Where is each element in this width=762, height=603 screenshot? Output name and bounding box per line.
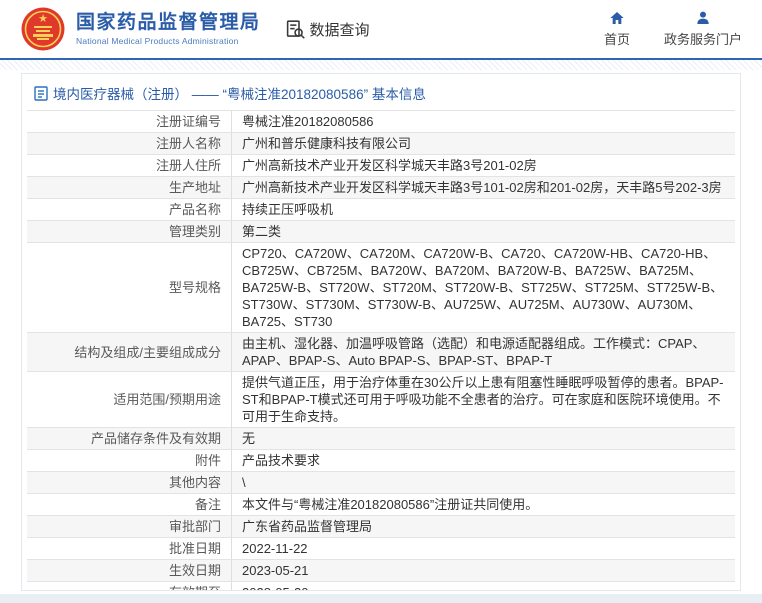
agency-name-cn: 国家药品监督管理局 (76, 12, 261, 33)
row-label: 结构及组成/主要组成成分 (27, 333, 232, 371)
row-label: 生产地址 (27, 177, 232, 198)
row-label-text: 生效日期 (168, 563, 221, 578)
svg-text:★: ★ (38, 13, 48, 25)
row-label-text: 审批部门 (168, 519, 221, 534)
page-title-text: 境内医疗器械（注册） —— “粤械注准20182080586” 基本信息 (53, 87, 426, 102)
page-title: 境内医疗器械（注册） —— “粤械注准20182080586” 基本信息 (22, 74, 740, 110)
row-label: 附件 (27, 450, 232, 471)
table-row: 其他内容 \ (27, 472, 735, 494)
table-row: 生效日期 2023-05-21 (27, 560, 735, 582)
table-row: 结构及组成/主要组成成分 由主机、湿化器、加温呼吸管路（选配）和电源适配器组成。工… (27, 333, 735, 372)
row-label-text: 其他内容 (168, 475, 221, 490)
nav-home[interactable]: 首页 (604, 10, 630, 48)
row-label: 有效期至 (27, 582, 232, 590)
row-label-text: 有效期至 (169, 584, 221, 590)
nav-gov-portal-label: 政务服务门户 (663, 32, 742, 47)
site-header: ★ 国家药品监督管理局 National Medical Products Ad… (0, 0, 762, 58)
row-value: 粤械注准20182080586 (242, 114, 374, 129)
row-label: 生效日期 (27, 560, 232, 581)
home-icon (610, 12, 624, 24)
row-value: 广州高新技术产业开发区科学城天丰路3号101-02房和201-02房，天丰路5号… (242, 180, 722, 195)
row-value: 广东省药品监督管理局 (242, 519, 373, 534)
row-label: 产品储存条件及有效期 (27, 428, 232, 449)
row-value: 本文件与“粤械注准20182080586”注册证共同使用。 (242, 497, 539, 512)
agency-name-en: National Medical Products Administration (76, 36, 239, 46)
document-search-icon (286, 19, 305, 39)
user-icon (697, 11, 709, 24)
hatch-band (0, 60, 762, 70)
table-row: 备注 本文件与“粤械注准20182080586”注册证共同使用。 (27, 494, 735, 516)
row-label-text: 注册人住所 (155, 158, 221, 173)
row-label: 批准日期 (27, 538, 232, 559)
table-row: 有效期至 2028-05-20 (27, 582, 735, 590)
row-label: 审批部门 (27, 516, 232, 537)
row-label: 型号规格 (27, 243, 232, 332)
document-icon (34, 85, 48, 101)
national-emblem-logo: ★ (21, 7, 65, 51)
agency-title-block: 国家药品监督管理局 National Medical Products Admi… (76, 12, 261, 46)
row-label-text: 适用范围/预期用途 (113, 392, 221, 407)
row-value: 第二类 (242, 224, 282, 239)
row-label-text: 备注 (194, 497, 221, 512)
row-label: 产品名称 (27, 199, 232, 220)
row-label-text: 批准日期 (168, 541, 221, 556)
row-value: 持续正压呼吸机 (242, 202, 334, 217)
row-label: 注册证编号 (27, 111, 232, 132)
row-label: 管理类别 (27, 221, 232, 242)
row-value: \ (242, 475, 246, 490)
footer-strip (0, 594, 762, 603)
row-value: 产品技术要求 (242, 453, 321, 468)
row-label-text: 附件 (194, 453, 221, 468)
row-label-text: 型号规格 (168, 280, 221, 295)
table-row: 产品名称 持续正压呼吸机 (27, 199, 735, 221)
row-label: 注册人名称 (27, 133, 232, 154)
row-label: 注册人住所 (27, 155, 232, 176)
row-label: 其他内容 (27, 472, 232, 493)
row-value: 2028-05-20 (232, 582, 735, 590)
row-label-text: 产品储存条件及有效期 (90, 431, 221, 446)
row-value: 2023-05-21 (242, 563, 309, 578)
row-label-text: 注册人名称 (155, 136, 221, 151)
row-label-text: 生产地址 (168, 180, 221, 195)
nav-home-label: 首页 (603, 32, 630, 47)
row-value: CP720、CA720W、CA720M、CA720W-B、CA720、CA720… (242, 246, 724, 329)
row-value: 提供气道正压，用于治疗体重在30公斤以上患有阻塞性睡眠呼吸暂停的患者。BPAP-… (242, 375, 724, 424)
info-table: 注册证编号 粤械注准20182080586 注册人名称 广州和普乐健康科技有限公司 注册… (27, 110, 735, 590)
nav-gov-portal[interactable]: 政务服务门户 (664, 10, 742, 48)
table-row: 审批部门 广东省药品监督管理局 (27, 516, 735, 538)
row-label-text: 管理类别 (168, 224, 221, 239)
row-value: 广州高新技术产业开发区科学城天丰路3号201-02房 (242, 158, 537, 173)
row-label-text: 结构及组成/主要组成成分 (74, 344, 221, 360)
content-panel: 境内医疗器械（注册） —— “粤械注准20182080586” 基本信息 注册证… (21, 73, 741, 591)
row-label: 适用范围/预期用途 (27, 372, 232, 427)
row-value: 无 (242, 431, 256, 446)
table-row: 管理类别 第二类 (27, 221, 735, 243)
table-row: 注册人名称 广州和普乐健康科技有限公司 (27, 133, 735, 155)
row-label-text: 产品名称 (168, 202, 221, 217)
table-row: 批准日期 2022-11-22 (27, 538, 735, 560)
row-value: 2022-11-22 (242, 541, 308, 556)
table-row: 型号规格 CP720、CA720W、CA720M、CA720W-B、CA720、C… (27, 243, 735, 333)
table-row: 注册证编号 粤械注准20182080586 (27, 111, 735, 133)
row-label-text: 注册证编号 (155, 114, 221, 129)
table-row: 生产地址 广州高新技术产业开发区科学城天丰路3号101-02房和201-02房，天… (27, 177, 735, 199)
row-value: 由主机、湿化器、加温呼吸管路（选配）和电源适配器组成。工作模式：CPAP、APA… (242, 336, 706, 368)
table-row: 产品储存条件及有效期 无 (27, 428, 735, 450)
table-row: 注册人住所 广州高新技术产业开发区科学城天丰路3号201-02房 (27, 155, 735, 177)
data-query-label: 数据查询 (309, 21, 370, 39)
data-query-link[interactable]: 数据查询 (285, 19, 370, 40)
row-value: 广州和普乐健康科技有限公司 (242, 136, 412, 151)
table-row: 附件 产品技术要求 (27, 450, 735, 472)
row-label: 备注 (27, 494, 232, 515)
table-row: 适用范围/预期用途 提供气道正压，用于治疗体重在30公斤以上患有阻塞性睡眠呼吸暂停… (27, 372, 735, 428)
